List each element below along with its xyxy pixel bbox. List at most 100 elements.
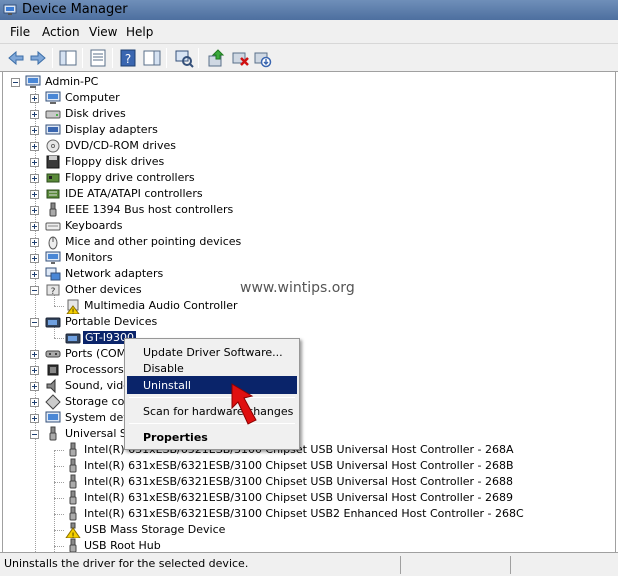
menu-scan-hardware[interactable]: Scan for hardware changes	[127, 402, 297, 420]
menu-file[interactable]: File	[10, 25, 30, 39]
status-pane-divider	[400, 556, 401, 574]
uninstall-device-icon[interactable]	[230, 48, 250, 68]
ieee1394-icon	[49, 202, 57, 217]
scan-hardware-icon[interactable]	[174, 48, 194, 68]
tree-root-label: Admin-PC	[45, 75, 99, 88]
tree-device-label: USB Mass Storage Device	[84, 523, 226, 536]
collapse-toggle[interactable]	[11, 78, 20, 87]
device-tree[interactable]: Admin-PC ? Other devices ! Multimedia Au…	[2, 72, 616, 552]
expand-toggle[interactable]	[30, 270, 39, 279]
expand-toggle[interactable]	[30, 254, 39, 263]
port-icon	[45, 350, 61, 358]
tree-category-storage-controller[interactable]: Storage cont	[3, 394, 603, 410]
update-driver-icon[interactable]	[206, 48, 226, 68]
expand-toggle[interactable]	[30, 174, 39, 183]
help-icon[interactable]: ?	[118, 48, 138, 68]
context-menu: Update Driver Software... Disable Uninst…	[124, 338, 300, 450]
usb-icon	[69, 458, 77, 473]
menu-uninstall[interactable]: Uninstall	[127, 376, 297, 394]
tree-category-label: Other devices	[65, 283, 142, 296]
tree-category-floppy-controller[interactable]: Floppy drive controllers	[3, 170, 603, 186]
menu-item-label: Disable	[143, 362, 184, 375]
toolbar-separator	[112, 48, 113, 68]
tree-device-gt-i9300[interactable]: GT-I9300	[3, 330, 603, 346]
expand-toggle[interactable]	[30, 414, 39, 423]
tree-category-keyboard[interactable]: Keyboards	[3, 218, 603, 234]
menu-disable[interactable]: Disable	[127, 359, 297, 377]
monitor-icon	[45, 251, 61, 264]
expand-toggle[interactable]	[30, 366, 39, 375]
expand-toggle[interactable]	[30, 222, 39, 231]
tree-category-sound[interactable]: Sound, video	[3, 378, 603, 394]
tree-device-usb[interactable]: ! USB Mass Storage Device	[3, 522, 603, 538]
tree-root[interactable]: Admin-PC	[3, 74, 603, 90]
expand-toggle[interactable]	[30, 158, 39, 167]
usb-icon	[49, 426, 57, 441]
tree-category-port[interactable]: Ports (COM &	[3, 346, 603, 362]
tree-category-system-device[interactable]: System devic	[3, 410, 603, 426]
sound-icon	[46, 378, 56, 394]
expand-toggle[interactable]	[30, 206, 39, 215]
usb-icon	[69, 442, 77, 457]
tree-category-label: IDE ATA/ATAPI controllers	[65, 187, 203, 200]
device-manager-icon	[3, 4, 17, 15]
expand-toggle[interactable]	[30, 398, 39, 407]
tree-category-display-adapter[interactable]: Display adapters	[3, 122, 603, 138]
tree-category-disk-drive[interactable]: Disk drives	[3, 106, 603, 122]
svg-text:?: ?	[51, 287, 56, 297]
expand-toggle[interactable]	[30, 350, 39, 359]
tree-category-computer[interactable]: Computer	[3, 90, 603, 106]
tree-category-label: Keyboards	[65, 219, 123, 232]
tree-category-label: Network adapters	[65, 267, 164, 280]
tree-device-label: Intel(R) 631xESB/6321ESB/3100 Chipset US…	[84, 507, 524, 520]
expand-toggle[interactable]	[30, 238, 39, 247]
properties-icon[interactable]	[88, 48, 108, 68]
tree-device-usb[interactable]: Intel(R) 631xESB/6321ESB/3100 Chipset US…	[3, 490, 603, 506]
expand-toggle[interactable]	[30, 110, 39, 119]
tree-device-label: Intel(R) 631xESB/6321ESB/3100 Chipset US…	[84, 475, 514, 488]
tree-category-mouse[interactable]: Mice and other pointing devices	[3, 234, 603, 250]
tree-category-ide-controller[interactable]: IDE ATA/ATAPI controllers	[3, 186, 603, 202]
menu-action[interactable]: Action	[42, 25, 80, 39]
tree-category-portable-devices[interactable]: Portable Devices	[3, 314, 603, 330]
action-pane-icon[interactable]	[142, 48, 162, 68]
expand-toggle[interactable]	[30, 126, 39, 135]
tree-category-dvd-drive[interactable]: DVD/CD-ROM drives	[3, 138, 603, 154]
menu-help[interactable]: Help	[126, 25, 153, 39]
collapse-toggle[interactable]	[30, 430, 39, 439]
expand-toggle[interactable]	[30, 190, 39, 199]
tree-category-processor[interactable]: Processors	[3, 362, 603, 378]
collapse-toggle[interactable]	[30, 286, 39, 295]
expand-toggle[interactable]	[30, 94, 39, 103]
menu-properties[interactable]: Properties	[127, 428, 297, 446]
menu-view[interactable]: View	[89, 25, 117, 39]
expand-toggle[interactable]	[30, 382, 39, 391]
tree-device-usb[interactable]: Intel(R) 631xESB/6321ESB/3100 Chipset US…	[3, 506, 603, 522]
back-arrow-icon[interactable]	[6, 48, 26, 68]
storage-controller-icon	[45, 394, 61, 410]
show-hide-console-tree-icon[interactable]	[58, 48, 78, 68]
tree-category-floppy-disk[interactable]: Floppy disk drives	[3, 154, 603, 170]
tree-category-usb[interactable]: Universal Se	[3, 426, 603, 442]
toolbar-separator	[166, 48, 167, 68]
tree-category-ieee1394[interactable]: IEEE 1394 Bus host controllers	[3, 202, 603, 218]
svg-text:?: ?	[125, 52, 131, 66]
tree-device-usb[interactable]: Intel(R) 631xESB/6321ESB/3100 Chipset US…	[3, 474, 603, 490]
tree-device-label: Intel(R) 631xESB/6321ESB/3100 Chipset US…	[84, 491, 514, 504]
tree-device-usb[interactable]: Intel(R) 631xESB/6321ESB/3100 Chipset US…	[3, 442, 603, 458]
keyboard-icon	[45, 222, 61, 231]
forward-arrow-icon[interactable]	[28, 48, 48, 68]
toolbar-separator	[198, 48, 199, 68]
collapse-toggle[interactable]	[30, 318, 39, 327]
expand-toggle[interactable]	[30, 142, 39, 151]
disable-device-icon[interactable]	[252, 48, 272, 68]
dvd-drive-icon	[46, 139, 60, 153]
tree-device-multimedia-audio[interactable]: ! Multimedia Audio Controller	[3, 298, 603, 314]
tree-category-monitor[interactable]: Monitors	[3, 250, 603, 266]
tree-device-usb[interactable]: USB Root Hub	[3, 538, 603, 552]
tree-device-label: USB Root Hub	[84, 539, 161, 552]
toolbar-separator	[82, 48, 83, 68]
tree-device-usb[interactable]: Intel(R) 631xESB/6321ESB/3100 Chipset US…	[3, 458, 603, 474]
usb-icon	[69, 538, 77, 552]
tree-category-label: Mice and other pointing devices	[65, 235, 242, 248]
